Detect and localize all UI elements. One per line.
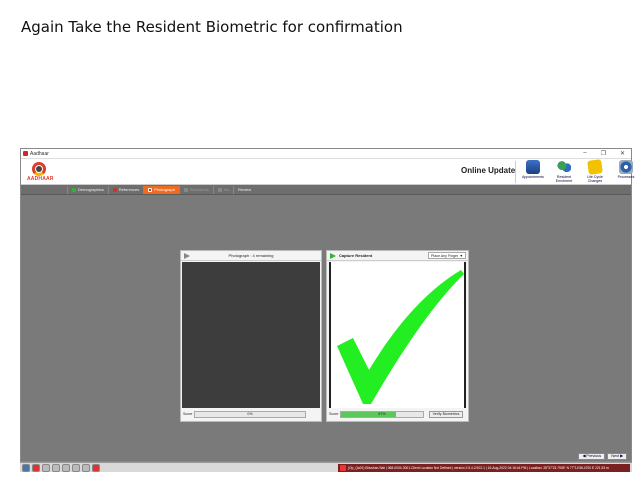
biometric-preview <box>329 262 466 408</box>
verify-biometrics-button[interactable]: Verify Biometrics <box>429 411 463 418</box>
warning-icon <box>340 465 346 471</box>
taskbar-icons <box>22 464 100 472</box>
status-icon <box>148 188 153 192</box>
app-header: AADHAAR Online Update Appointments Resid… <box>21 159 634 185</box>
status-icon <box>72 188 76 192</box>
app-icon <box>23 151 28 156</box>
app-title: Online Update <box>461 166 516 175</box>
resident-enrolment-icon <box>557 160 571 174</box>
aadhaar-logo: AADHAAR <box>24 161 56 183</box>
tab-biometrics[interactable]: Biometrics <box>178 186 213 194</box>
slide-title: Again Take the Resident Biometric for co… <box>21 18 403 36</box>
logo-text: AADHAAR <box>27 176 54 182</box>
workflow-tabbar: Demographics References Photograph Biome… <box>21 185 631 195</box>
taskbar-app-icon[interactable] <box>62 464 70 472</box>
taskbar-app-icon[interactable] <box>42 464 50 472</box>
start-icon[interactable] <box>22 464 30 472</box>
minimize-button[interactable]: – <box>583 150 586 157</box>
tab-review[interactable]: Review <box>232 186 255 194</box>
nav-resident-enrolment[interactable]: Resident Enrolment <box>550 160 578 184</box>
nav-processes[interactable]: Processes <box>612 160 638 184</box>
photograph-panel-header: Photograph : 4 remaining <box>181 251 321 261</box>
checkmark-icon <box>337 270 464 404</box>
photograph-panel: Photograph : 4 remaining Score 0% <box>180 250 322 422</box>
score-label: Score <box>329 412 339 416</box>
main-nav: Appointments Resident Enrolment Life Cyc… <box>519 159 638 184</box>
photo-score-value: 0% <box>247 412 253 416</box>
score-label: Score <box>183 412 193 416</box>
window-title: Aadhaar <box>30 151 49 157</box>
finger-select[interactable]: Place Any Finger ▼ <box>428 252 466 259</box>
nav-appointments[interactable]: Appointments <box>519 160 547 184</box>
processes-icon <box>619 160 633 174</box>
tab-photograph[interactable]: Photograph <box>143 186 179 194</box>
tab-references[interactable]: References <box>107 186 143 194</box>
aadhaar-client-window: Aadhaar – ❐ ✕ AADHAAR Online Update Appo… <box>20 148 634 462</box>
taskbar-app-icon[interactable] <box>92 464 100 472</box>
chevron-down-icon: ▼ <box>459 254 463 258</box>
play-icon[interactable] <box>330 253 336 259</box>
photo-score-row: Score 0% <box>183 411 319 418</box>
close-button[interactable]: ✕ <box>620 150 625 157</box>
nav-life-cycle-changes[interactable]: Life Cycle Changes <box>581 159 609 184</box>
photograph-panel-title: Photograph : 4 remaining <box>228 253 274 258</box>
appointments-icon <box>526 160 540 174</box>
status-icon <box>217 188 222 192</box>
taskbar-app-icon[interactable] <box>52 464 60 472</box>
photo-preview <box>182 262 320 408</box>
capture-panel-title: Capture Resident <box>339 253 373 258</box>
capture-resident-panel: Capture Resident Place Any Finger ▼ Scor… <box>326 250 469 422</box>
tab-iris[interactable]: Iris <box>212 186 233 194</box>
taskbar-app-icon[interactable] <box>72 464 80 472</box>
taskbar-app-icon[interactable] <box>82 464 90 472</box>
operator-status-bar: (Op_Qa01) Bhushan Sati | 068-0004-3001-C… <box>338 464 630 472</box>
tab-demographics[interactable]: Demographics <box>67 186 108 194</box>
taskbar: (Op_Qa01) Bhushan Sati | 068-0004-3001-C… <box>20 462 632 472</box>
capture-score-row: Score 67% Verify Biometrics <box>329 411 465 418</box>
window-titlebar: Aadhaar – ❐ ✕ <box>21 149 631 159</box>
previous-button[interactable]: ◀ Previous <box>578 453 606 460</box>
next-button[interactable]: Next ▶ <box>607 453 627 460</box>
capture-panel-header: Capture Resident Place Any Finger ▼ <box>327 251 468 261</box>
life-cycle-icon <box>587 159 603 175</box>
status-icon <box>183 188 188 192</box>
aadhaar-taskbar-icon[interactable] <box>32 464 40 472</box>
capture-score-bar: 67% <box>340 411 424 418</box>
capture-score-value: 67% <box>378 412 386 416</box>
maximize-button[interactable]: ❐ <box>601 150 606 157</box>
navigation-buttons: ◀ Previous Next ▶ <box>578 453 627 460</box>
status-icon <box>112 188 117 192</box>
photo-score-bar: 0% <box>194 411 306 418</box>
